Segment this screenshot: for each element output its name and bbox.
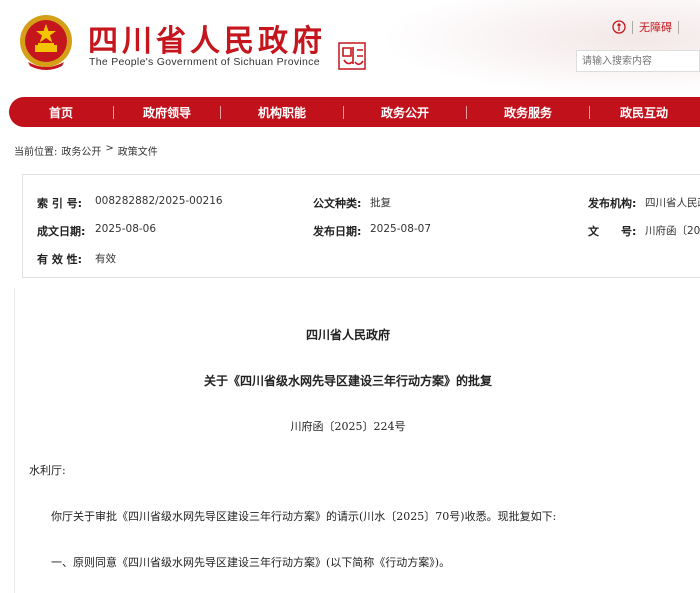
nav-item-public-affairs[interactable]: 政务公开 xyxy=(344,104,466,121)
nav-item-functions[interactable]: 机构职能 xyxy=(221,104,343,121)
article-paragraph: 一、原则同意《四川省级水网先导区建设三年行动方案》(以下简称《行动方案》)。 xyxy=(51,556,451,569)
article-paragraph: 你厅关于审批《四川省级水网先导区建设三年行动方案》的请示(川水〔2025〕70号… xyxy=(51,510,557,523)
article-title: 关于《四川省级水网先导区建设三年行动方案》的批复 xyxy=(203,374,492,388)
doc-type-value: 批复 xyxy=(370,197,391,209)
nav-item-home[interactable]: 首页 xyxy=(9,104,113,121)
accessibility-link[interactable]: 无障碍 xyxy=(639,19,672,35)
site-header: 四川省人民政府 The People's Government of Sichu… xyxy=(0,0,700,96)
doc-type-label: 公文种类: xyxy=(313,197,362,210)
issuer-label: 发布机构: xyxy=(588,197,637,210)
toolbar-divider xyxy=(678,20,679,34)
accessibility-icon[interactable] xyxy=(612,20,626,34)
breadcrumb-link-policy-docs[interactable]: 政策文件 xyxy=(118,143,158,158)
article-body: 四川省人民政府 关于《四川省级水网先导区建设三年行动方案》的批复 川府函〔202… xyxy=(14,288,700,593)
site-subtitle: The People's Government of Sichuan Provi… xyxy=(89,56,320,68)
breadcrumb-prefix: 当前位置: xyxy=(14,147,58,158)
sichuan-seal-icon xyxy=(338,42,366,70)
breadcrumb-separator: > xyxy=(105,143,114,154)
document-info-table: 索 引 号: 008282882/2025-00216 公文种类: 批复 发布机… xyxy=(22,174,700,278)
created-date-value: 2025-08-06 xyxy=(95,223,157,235)
nav-item-interaction[interactable]: 政民互动 xyxy=(590,104,698,121)
article-doc-number: 川府函〔2025〕224号 xyxy=(290,420,406,433)
breadcrumb: 当前位置: 政务公开 > 政策文件 xyxy=(14,143,158,158)
main-nav: 首页 政府领导 机构职能 政务公开 政务服务 政民互动 xyxy=(9,97,700,127)
nav-item-leaders[interactable]: 政府领导 xyxy=(114,104,220,121)
breadcrumb-link-public-affairs[interactable]: 政务公开 xyxy=(61,143,101,158)
article-issuer: 四川省人民政府 xyxy=(305,328,390,342)
published-date-label: 发布日期: xyxy=(313,225,362,238)
published-date-value: 2025-08-07 xyxy=(370,223,432,235)
index-value: 008282882/2025-00216 xyxy=(95,195,223,207)
search-input[interactable] xyxy=(576,50,700,72)
site-title[interactable]: 四川省人民政府 xyxy=(88,16,326,60)
top-toolbar: 无障碍 xyxy=(612,17,679,37)
nav-item-services[interactable]: 政务服务 xyxy=(467,104,589,121)
validity-value: 有效 xyxy=(95,253,116,265)
doc-number-label: 文 号: xyxy=(588,225,637,238)
created-date-label: 成文日期: xyxy=(37,225,86,238)
issuer-value: 四川省人民政 xyxy=(645,197,700,209)
doc-number-value: 川府函〔202 xyxy=(645,225,700,237)
toolbar-divider xyxy=(632,20,633,34)
validity-label: 有 效 性: xyxy=(37,253,83,266)
index-label: 索 引 号: xyxy=(37,197,83,210)
article-addressee: 水利厅: xyxy=(29,464,66,477)
national-emblem-icon[interactable] xyxy=(18,14,74,72)
